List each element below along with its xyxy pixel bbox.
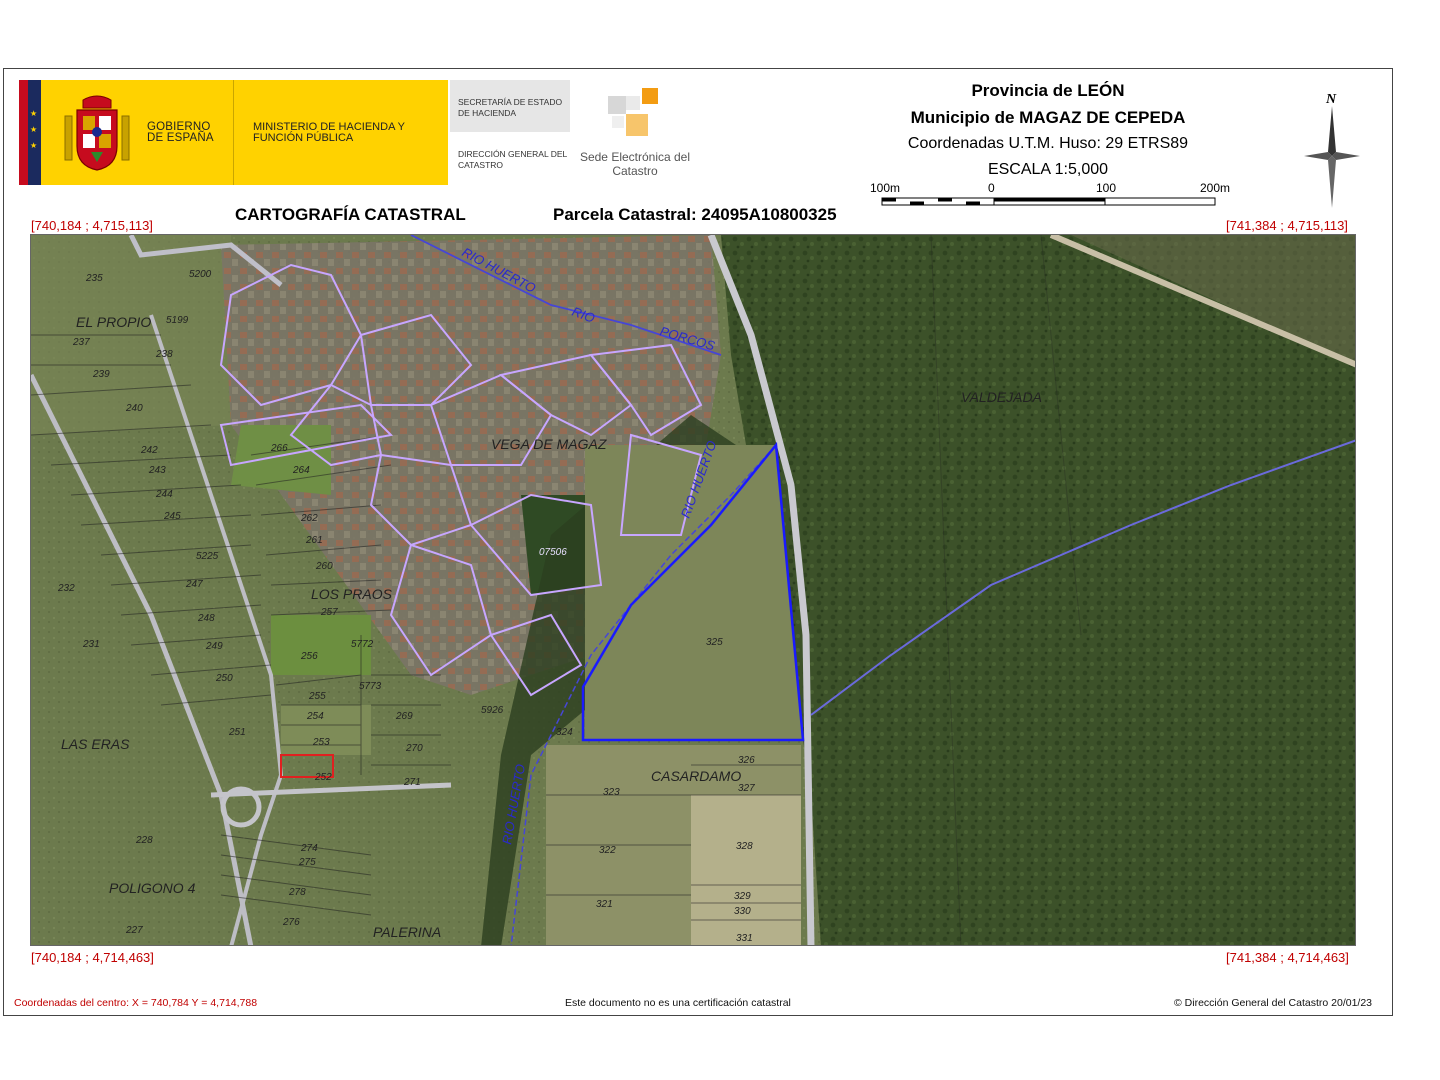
parcel-number: 278 — [288, 887, 306, 898]
parcel-number: 244 — [155, 489, 173, 500]
parcel-number: 270 — [405, 743, 423, 754]
parcel-number: 5225 — [196, 551, 219, 562]
parcel-number: 323 — [603, 787, 620, 798]
divider — [233, 80, 234, 185]
parcel-number: 251 — [228, 727, 246, 738]
parcel-number: 237 — [72, 337, 90, 348]
parcel-number: 5772 — [351, 639, 374, 650]
parcel-number: 257 — [320, 607, 338, 618]
center-coordinates: Coordenadas del centro: X = 740,784 Y = … — [14, 997, 258, 1009]
corner-coords-top-right: [741,384 ; 4,715,113] — [1226, 218, 1348, 233]
parcela-title: Parcela Catastral: 24095A10800325 — [553, 205, 837, 224]
parcel-number: 235 — [85, 273, 103, 284]
corner-coords-top-left: [740,184 ; 4,715,113] — [31, 218, 153, 233]
cartografia-title: CARTOGRAFÍA CATASTRAL — [235, 205, 466, 224]
gov-label: GOBIERNO DE ESPAÑA — [147, 121, 214, 144]
parcel-number: 227 — [125, 925, 143, 936]
parcel-number: 252 — [314, 772, 332, 783]
parcel-number: 276 — [282, 917, 300, 928]
parcel-number: 5773 — [359, 681, 382, 692]
parcel-number: 331 — [736, 933, 753, 944]
parcel-number: 243 — [148, 465, 166, 476]
parcel-number: 255 — [308, 691, 326, 702]
parcel-number: 249 — [205, 641, 223, 652]
parcel-number: 5200 — [189, 269, 212, 280]
parcel-number: 239 — [92, 369, 110, 380]
parcel-number: 256 — [300, 651, 318, 662]
direccion-general-label: DIRECCIÓN GENERAL DEL CATASTRO — [458, 149, 567, 170]
parcel-number: 327 — [738, 783, 755, 794]
place-name: EL PROPIO — [76, 314, 151, 330]
secretaria-label: SECRETARÍA DE ESTADO DE HACIENDA — [458, 97, 563, 118]
parcel-number: 275 — [298, 857, 316, 868]
north-arrow-icon: N — [1304, 92, 1360, 208]
parcel-number: 07506 — [539, 547, 567, 558]
sede-catastro-logo-icon — [608, 88, 658, 136]
place-name: LAS ERAS — [61, 736, 130, 752]
provincia-title: Provincia de LEÓN — [971, 81, 1125, 100]
parcel-number: 250 — [215, 673, 233, 684]
north-label: N — [1325, 92, 1337, 107]
disclaimer: Este documento no es una certificación c… — [565, 997, 791, 1009]
scale-label: 100 — [1096, 181, 1117, 195]
parcel-number: 324 — [556, 727, 573, 738]
parcel-number: 269 — [395, 711, 413, 722]
parcel-number: 228 — [135, 835, 153, 846]
parcel-number: 242 — [140, 445, 158, 456]
parcel-number: 247 — [185, 579, 203, 590]
parcel-number: 262 — [300, 513, 318, 524]
parcel-number: 321 — [596, 899, 613, 910]
parcel-number: 274 — [300, 843, 318, 854]
coat-of-arms-icon — [64, 95, 130, 171]
scale-label: 200m — [1200, 181, 1231, 195]
government-banner: ★ ★ ★ GOBIERNO DE ESPAÑA MINISTERIO DE H… — [19, 80, 448, 185]
scale-bar-graphic — [881, 197, 1216, 206]
parcel-number: 271 — [403, 777, 421, 788]
scale-label: 0 — [988, 181, 995, 195]
parcel-number: 261 — [305, 535, 323, 546]
parcel-number: 326 — [738, 755, 755, 766]
parcel-number: 245 — [163, 511, 181, 522]
scale-label: 100m — [870, 181, 901, 195]
corner-coords-bottom-right: [741,384 ; 4,714,463] — [1226, 950, 1349, 965]
place-name: VEGA DE MAGAZ — [491, 436, 607, 452]
municipio-title: Municipio de MAGAZ DE CEPEDA — [910, 108, 1186, 127]
parcel-number: 325 — [706, 637, 723, 648]
parcel-number: 329 — [734, 891, 751, 902]
parcel-number: 232 — [57, 583, 75, 594]
corner-coords-bottom-left: [740,184 ; 4,714,463] — [31, 950, 154, 965]
scale-bar: 100m 0 100 200m — [870, 181, 1240, 209]
parcel-number: 240 — [125, 403, 143, 414]
sede-label: Sede Electrónica del Catastro — [579, 150, 691, 178]
parcel-number: 5199 — [166, 315, 189, 326]
aerial-map-graphic: EL PROPIO VEGA DE MAGAZ LOS PRAOS LAS ER… — [31, 235, 1355, 945]
place-name: POLIGONO 4 — [109, 880, 196, 896]
scale-text: ESCALA 1:5,000 — [987, 161, 1109, 178]
parcel-number: 231 — [82, 639, 100, 650]
coordinate-system: Coordenadas U.T.M. Huso: 29 ETRS89 — [907, 135, 1189, 152]
parcel-number: 264 — [292, 465, 310, 476]
parcel-number: 322 — [599, 845, 616, 856]
parcel-number: 254 — [306, 711, 324, 722]
parcel-number: 238 — [155, 349, 173, 360]
cadastral-map[interactable]: EL PROPIO VEGA DE MAGAZ LOS PRAOS LAS ER… — [30, 234, 1356, 946]
parcel-number: 5926 — [481, 705, 504, 716]
parcel-number: 330 — [734, 906, 751, 917]
place-name: CASARDAMO — [651, 768, 741, 784]
place-name: LOS PRAOS — [311, 586, 393, 602]
parcel-number: 260 — [315, 561, 333, 572]
place-name: PALERINA — [373, 924, 441, 940]
eu-flag-strip: ★ ★ ★ — [19, 80, 41, 185]
parcel-number: 253 — [312, 737, 330, 748]
place-name: VALDEJADA — [961, 389, 1042, 405]
copyright: © Dirección General del Catastro 20/01/2… — [1174, 997, 1373, 1009]
parcel-number: 266 — [270, 443, 288, 454]
parcel-number: 248 — [197, 613, 215, 624]
parcel-number: 328 — [736, 841, 753, 852]
ministry-label: MINISTERIO DE HACIENDA Y FUNCIÓN PÚBLICA — [253, 121, 405, 144]
